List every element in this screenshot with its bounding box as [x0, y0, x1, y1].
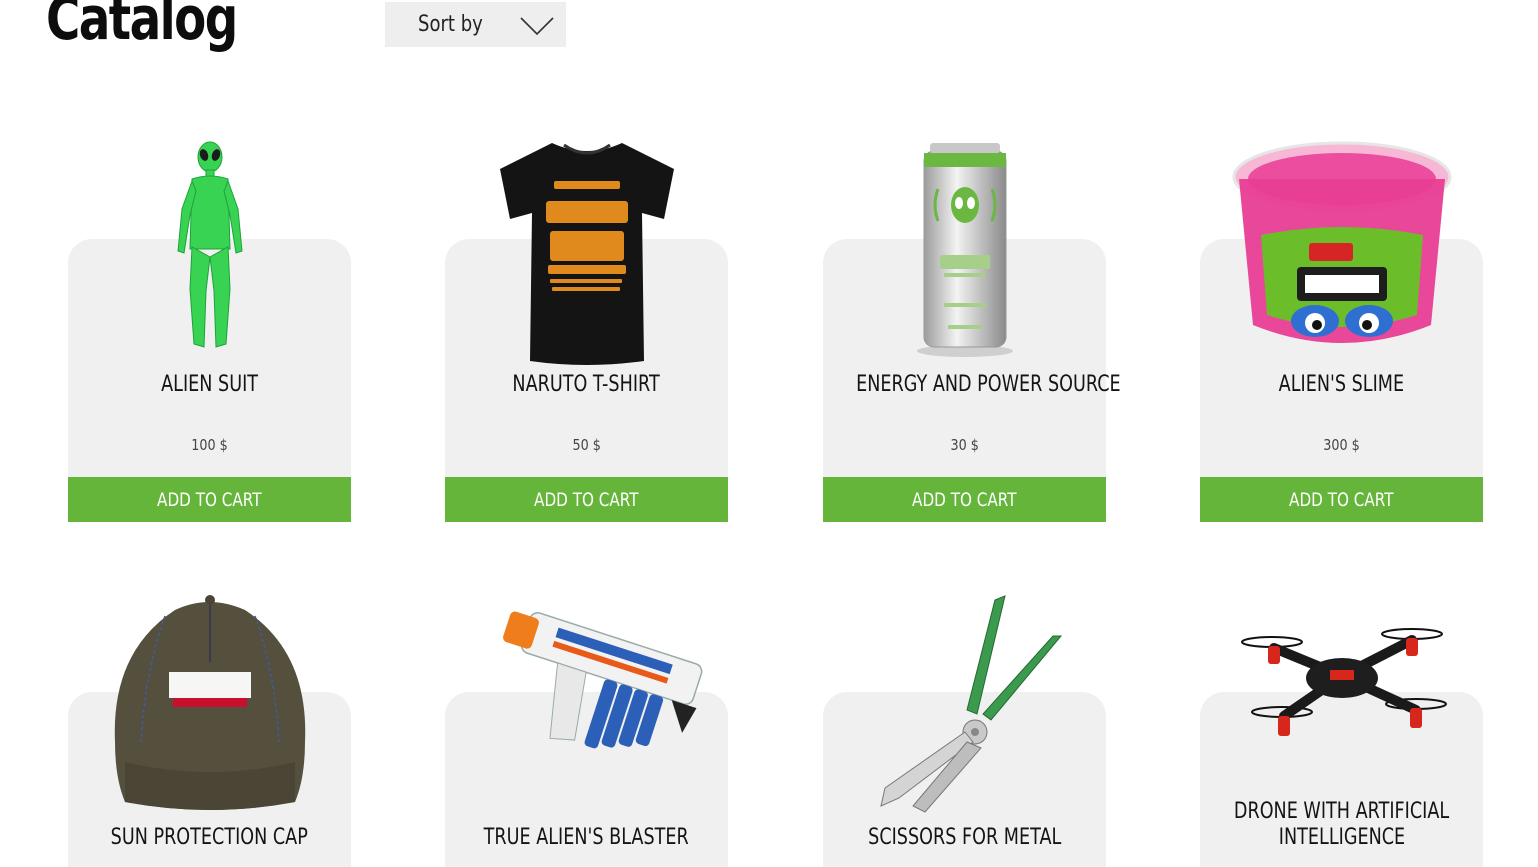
page-title: Catalog — [46, 0, 238, 54]
add-to-cart-button[interactable]: ADD TO CART — [823, 477, 1106, 522]
product-price: 30 $ — [950, 436, 979, 454]
product-name: ALIEN SUIT — [161, 372, 258, 397]
add-to-cart-button[interactable]: ADD TO CART — [445, 477, 728, 522]
product-image-blaster[interactable] — [445, 592, 728, 818]
chevron-down-icon — [520, 17, 554, 36]
product-name: ENERGY AND POWER SOURCE — [856, 372, 1121, 397]
product-price: 300 $ — [1323, 436, 1360, 454]
product-price: 50 $ — [572, 436, 601, 454]
product-card: SUN PROTECTION CAP — [68, 595, 351, 867]
product-name: DRONE WITH ARTIFICIAL INTELLIGENCE — [1233, 799, 1450, 850]
product-image-slime-bucket[interactable] — [1200, 139, 1483, 365]
product-name: SCISSORS FOR METAL — [867, 825, 1062, 850]
product-image-metal-snips[interactable] — [823, 592, 1106, 818]
product-image-tshirt[interactable] — [445, 139, 728, 365]
product-card: ALIEN SUIT 100 $ ADD TO CART — [68, 141, 351, 522]
sort-dropdown[interactable]: Sort by — [385, 2, 566, 47]
product-name: SUN PROTECTION CAP — [110, 825, 309, 850]
product-image-alien-suit[interactable] — [68, 139, 351, 365]
product-image-cap[interactable] — [68, 592, 351, 818]
sort-label: Sort by — [418, 12, 483, 37]
product-name: ALIEN'S SLIME — [1278, 372, 1405, 397]
product-image-energy-drink[interactable] — [823, 139, 1106, 365]
add-to-cart-button[interactable]: ADD TO CART — [1200, 477, 1483, 522]
product-card: TRUE ALIEN'S BLASTER — [445, 611, 728, 867]
product-card: ALIEN'S SLIME 300 $ ADD TO CART — [1200, 141, 1483, 522]
product-card: NARUTO T-SHIRT 50 $ ADD TO CART — [445, 143, 728, 522]
product-price: 100 $ — [191, 436, 228, 454]
product-name: NARUTO T-SHIRT — [512, 372, 661, 397]
product-card: DRONE WITH ARTIFICIAL INTELLIGENCE — [1200, 628, 1483, 867]
add-to-cart-button[interactable]: ADD TO CART — [68, 477, 351, 522]
product-card: SCISSORS FOR METAL — [823, 595, 1106, 867]
product-image-drone[interactable] — [1200, 592, 1483, 818]
product-card: ENERGY AND POWER SOURCE 30 $ ADD TO CART — [823, 143, 1121, 522]
catalog-page: Catalog Sort by ALIEN SUIT 100 $ ADD TO … — [0, 0, 1538, 867]
product-name: TRUE ALIEN'S BLASTER — [483, 825, 690, 850]
